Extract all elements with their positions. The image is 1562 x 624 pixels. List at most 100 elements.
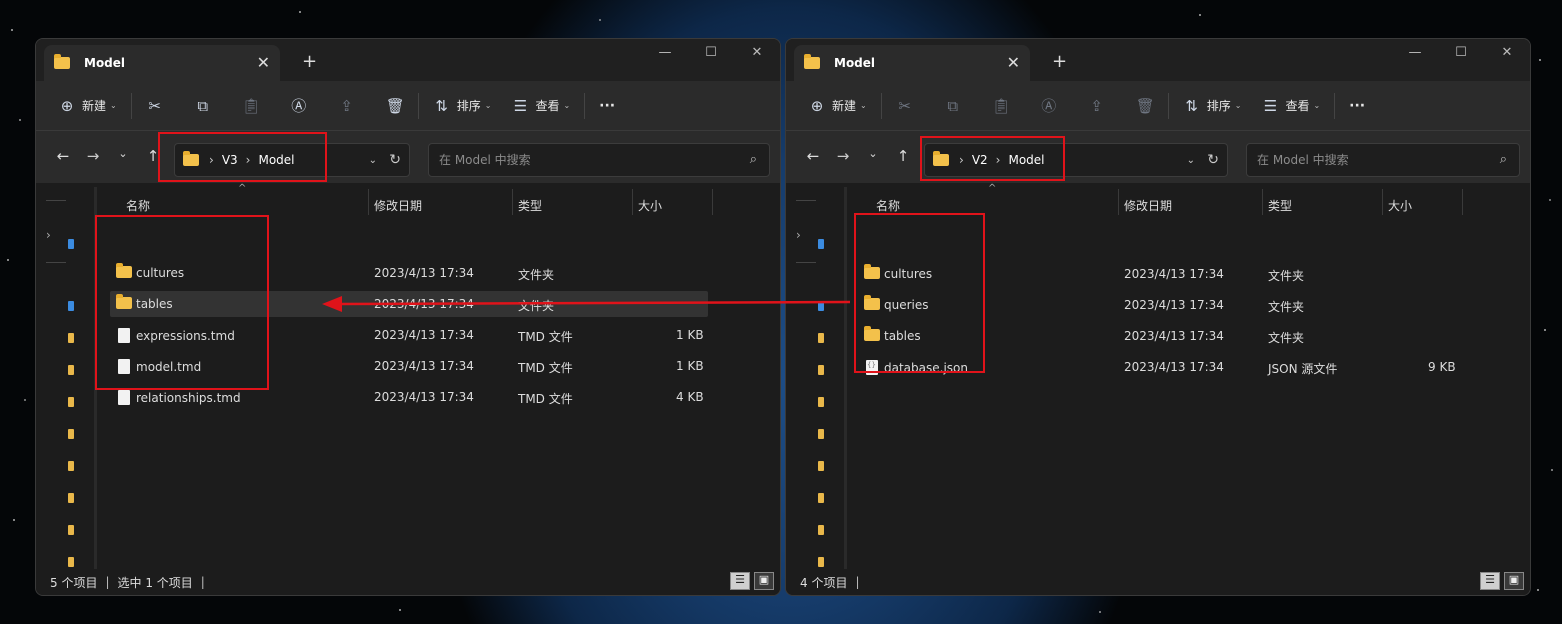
file-row[interactable]: cultures 2023/4/13 17:34 文件夹 <box>110 260 710 286</box>
tiles-view-icon[interactable]: ▣ <box>1504 572 1524 590</box>
file-row[interactable]: database.json 2023/4/13 17:34 JSON 源文件 9… <box>860 354 1460 380</box>
nav-folder-icon[interactable] <box>818 365 824 375</box>
copy-button[interactable]: ⧉ <box>188 90 218 122</box>
column-divider[interactable] <box>1462 189 1463 215</box>
back-arrow-icon[interactable]: ← <box>798 147 828 165</box>
new-button[interactable]: ⊕ 新建 ⌄ <box>52 90 123 122</box>
copy-button[interactable]: ⧉ <box>938 90 968 122</box>
nav-folder-icon[interactable] <box>68 525 74 535</box>
column-divider[interactable] <box>1262 189 1263 215</box>
rename-button[interactable]: Ⓐ <box>1034 90 1064 122</box>
nav-item-icon[interactable] <box>818 301 824 311</box>
file-row[interactable]: model.tmd 2023/4/13 17:34 TMD 文件 1 KB <box>110 353 710 379</box>
new-button[interactable]: ⊕ 新建 ⌄ <box>802 90 873 122</box>
nav-folder-icon[interactable] <box>818 557 824 567</box>
address-dropdown-icon[interactable]: ⌄ <box>1187 155 1195 166</box>
view-button[interactable]: ☰ 查看 ⌄ <box>1255 90 1326 122</box>
nav-folder-icon[interactable] <box>68 333 74 343</box>
file-row[interactable]: expressions.tmd 2023/4/13 17:34 TMD 文件 1… <box>110 322 710 348</box>
nav-folder-icon[interactable] <box>68 493 74 503</box>
breadcrumb-segment[interactable]: V3 <box>222 153 238 167</box>
up-arrow-icon[interactable]: ↑ <box>888 147 918 165</box>
more-options-button[interactable]: ··· <box>1343 90 1371 122</box>
cut-button[interactable]: ✂ <box>140 90 170 122</box>
expand-chevron-icon[interactable]: › <box>46 228 51 242</box>
breadcrumb-segment[interactable]: Model <box>258 153 294 167</box>
nav-item-icon[interactable] <box>68 239 74 249</box>
view-button[interactable]: ☰ 查看 ⌄ <box>505 90 576 122</box>
delete-button[interactable]: 🗑︎ <box>1130 90 1160 122</box>
column-header-name[interactable]: 名称 <box>876 193 900 217</box>
nav-folder-icon[interactable] <box>68 365 74 375</box>
file-row-selected[interactable]: tables 2023/4/13 17:34 文件夹 <box>110 291 708 317</box>
nav-folder-icon[interactable] <box>818 525 824 535</box>
breadcrumb-segment[interactable]: V2 <box>972 153 988 167</box>
maximize-button[interactable]: ☐ <box>1438 39 1484 69</box>
column-divider[interactable] <box>1118 189 1119 215</box>
up-arrow-icon[interactable]: ↑ <box>138 147 168 165</box>
address-bar[interactable]: › V3 › Model ⌄ ↻ <box>174 143 410 177</box>
column-divider[interactable] <box>368 189 369 215</box>
new-tab-button[interactable]: + <box>302 51 317 72</box>
file-row[interactable]: relationships.tmd 2023/4/13 17:34 TMD 文件… <box>110 384 710 410</box>
nav-folder-icon[interactable] <box>818 461 824 471</box>
nav-folder-icon[interactable] <box>818 493 824 503</box>
close-tab-icon[interactable]: ✕ <box>257 53 270 72</box>
share-button[interactable]: ⇪ <box>332 90 362 122</box>
nav-folder-icon[interactable] <box>68 429 74 439</box>
maximize-button[interactable]: ☐ <box>688 39 734 69</box>
column-header-type[interactable]: 类型 <box>1268 193 1292 217</box>
nav-scrollbar[interactable] <box>94 187 97 569</box>
paste-button[interactable]: 📋︎ <box>236 90 266 122</box>
nav-item-icon[interactable] <box>818 239 824 249</box>
cut-button[interactable]: ✂ <box>890 90 920 122</box>
minimize-button[interactable]: — <box>1392 39 1438 69</box>
paste-button[interactable]: 📋︎ <box>986 90 1016 122</box>
nav-folder-icon[interactable] <box>818 397 824 407</box>
file-row[interactable]: tables 2023/4/13 17:34 文件夹 <box>860 323 1460 349</box>
tab-model[interactable]: Model ✕ <box>794 45 1030 81</box>
expand-chevron-icon[interactable]: › <box>796 228 801 242</box>
tiles-view-icon[interactable]: ▣ <box>754 572 774 590</box>
column-divider[interactable] <box>1382 189 1383 215</box>
column-header-size[interactable]: 大小 <box>1388 193 1412 217</box>
search-input[interactable]: 在 Model 中搜索 ⌕ <box>428 143 770 177</box>
details-view-icon[interactable]: ☰ <box>1480 572 1500 590</box>
file-row[interactable]: queries 2023/4/13 17:34 文件夹 <box>860 292 1460 318</box>
nav-folder-icon[interactable] <box>818 333 824 343</box>
minimize-button[interactable]: — <box>642 39 688 69</box>
column-divider[interactable] <box>632 189 633 215</box>
share-button[interactable]: ⇪ <box>1082 90 1112 122</box>
sort-button[interactable]: ⇅ 排序 ⌄ <box>1177 90 1248 122</box>
breadcrumb-segment[interactable]: Model <box>1008 153 1044 167</box>
refresh-icon[interactable]: ↻ <box>389 152 401 168</box>
nav-folder-icon[interactable] <box>68 397 74 407</box>
more-options-button[interactable]: ··· <box>593 90 621 122</box>
details-view-icon[interactable]: ☰ <box>730 572 750 590</box>
address-dropdown-icon[interactable]: ⌄ <box>369 155 377 166</box>
column-header-modified[interactable]: 修改日期 <box>1124 193 1172 217</box>
column-divider[interactable] <box>512 189 513 215</box>
nav-folder-icon[interactable] <box>818 429 824 439</box>
address-bar[interactable]: › V2 › Model ⌄ ↻ <box>924 143 1228 177</box>
back-arrow-icon[interactable]: ← <box>48 147 78 165</box>
tab-model[interactable]: Model ✕ <box>44 45 280 81</box>
column-header-name[interactable]: 名称 <box>126 193 150 217</box>
delete-button[interactable]: 🗑︎ <box>380 90 410 122</box>
column-header-type[interactable]: 类型 <box>518 193 542 217</box>
close-window-button[interactable]: ✕ <box>734 39 780 69</box>
forward-arrow-icon[interactable]: → <box>828 147 858 165</box>
column-divider[interactable] <box>712 189 713 215</box>
new-tab-button[interactable]: + <box>1052 51 1067 72</box>
recent-locations-icon[interactable]: ⌄ <box>108 147 138 165</box>
refresh-icon[interactable]: ↻ <box>1207 152 1219 168</box>
column-header-modified[interactable]: 修改日期 <box>374 193 422 217</box>
recent-locations-icon[interactable]: ⌄ <box>858 147 888 165</box>
nav-scrollbar[interactable] <box>844 187 847 569</box>
close-tab-icon[interactable]: ✕ <box>1007 53 1020 72</box>
rename-button[interactable]: Ⓐ <box>284 90 314 122</box>
file-row[interactable]: cultures 2023/4/13 17:34 文件夹 <box>860 261 1460 287</box>
forward-arrow-icon[interactable]: → <box>78 147 108 165</box>
nav-folder-icon[interactable] <box>68 557 74 567</box>
nav-folder-icon[interactable] <box>68 461 74 471</box>
